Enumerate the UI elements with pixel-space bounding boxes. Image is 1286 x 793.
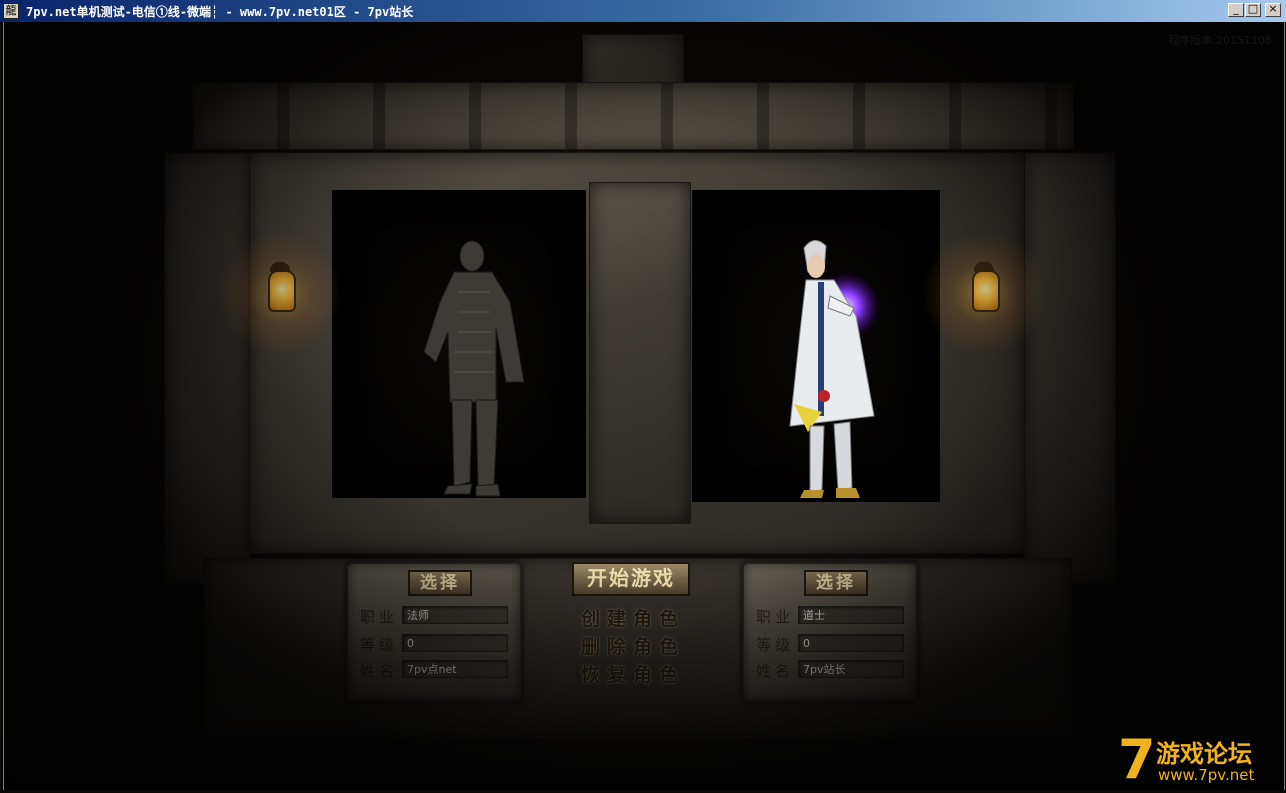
restore-character-button[interactable]: 恢复角色 bbox=[578, 660, 688, 687]
left-level-value: 0 bbox=[402, 634, 508, 652]
maximize-icon: □ bbox=[1247, 2, 1259, 15]
center-pillar bbox=[589, 182, 691, 524]
left-name-label: 姓名 bbox=[360, 662, 399, 680]
delete-character-button[interactable]: 删除角色 bbox=[578, 632, 688, 659]
right-level-label: 等级 bbox=[756, 636, 795, 654]
right-character-figure[interactable] bbox=[764, 236, 904, 506]
right-name-value: 7pv站长 bbox=[798, 660, 904, 678]
game-window: 龍 7pv.net单机测试-电信①线-微端┆ - www.7pv.net01区 … bbox=[0, 0, 1286, 793]
right-pillar bbox=[1024, 152, 1116, 584]
minimize-icon: _ bbox=[1233, 2, 1239, 15]
carved-lintel bbox=[192, 82, 1074, 150]
watermark-url: www.7pv.net bbox=[1158, 766, 1255, 784]
left-class-label: 职业 bbox=[360, 608, 399, 626]
start-game-button[interactable]: 开始游戏 bbox=[572, 562, 690, 596]
right-class-value: 道士 bbox=[798, 606, 904, 624]
right-character-panel: 选择 职业 道士 等级 0 姓名 7pv站长 bbox=[742, 562, 918, 702]
site-watermark-logo: 7 游戏论坛 www.7pv.net bbox=[1118, 728, 1278, 790]
left-character-figure[interactable] bbox=[414, 232, 544, 502]
create-character-button[interactable]: 创建角色 bbox=[578, 604, 688, 631]
title-bar[interactable]: 龍 7pv.net单机测试-电信①线-微端┆ - www.7pv.net01区 … bbox=[0, 0, 1286, 22]
right-name-label: 姓名 bbox=[756, 662, 795, 680]
close-icon: × bbox=[1268, 2, 1278, 15]
character-select-scene: 程序版本:20151108 选择 职业 法师 等级 0 姓名 7pv点net 开… bbox=[3, 22, 1285, 790]
maximize-button[interactable]: □ bbox=[1245, 2, 1261, 17]
version-label: 程序版本:20151108 bbox=[1168, 34, 1272, 47]
left-level-label: 等级 bbox=[360, 636, 399, 654]
right-select-button[interactable]: 选择 bbox=[804, 570, 868, 596]
left-class-value: 法师 bbox=[402, 606, 508, 624]
minimize-button[interactable]: _ bbox=[1228, 2, 1244, 17]
left-wall-lamp-icon bbox=[220, 228, 340, 358]
floor bbox=[4, 738, 1284, 790]
left-character-panel: 选择 职业 法师 等级 0 姓名 7pv点net bbox=[346, 562, 522, 702]
close-button[interactable]: × bbox=[1265, 2, 1281, 17]
left-pillar bbox=[164, 152, 250, 584]
window-title: 7pv.net单机测试-电信①线-微端┆ - www.7pv.net01区 - … bbox=[26, 5, 414, 19]
watermark-seven: 7 bbox=[1118, 728, 1156, 790]
left-name-value: 7pv点net bbox=[402, 660, 508, 678]
watermark-title: 游戏论坛 bbox=[1156, 740, 1252, 768]
right-class-label: 职业 bbox=[756, 608, 795, 626]
left-select-button[interactable]: 选择 bbox=[408, 570, 472, 596]
right-wall-lamp-icon bbox=[924, 228, 1044, 358]
app-icon[interactable]: 龍 bbox=[3, 3, 19, 19]
right-level-value: 0 bbox=[798, 634, 904, 652]
